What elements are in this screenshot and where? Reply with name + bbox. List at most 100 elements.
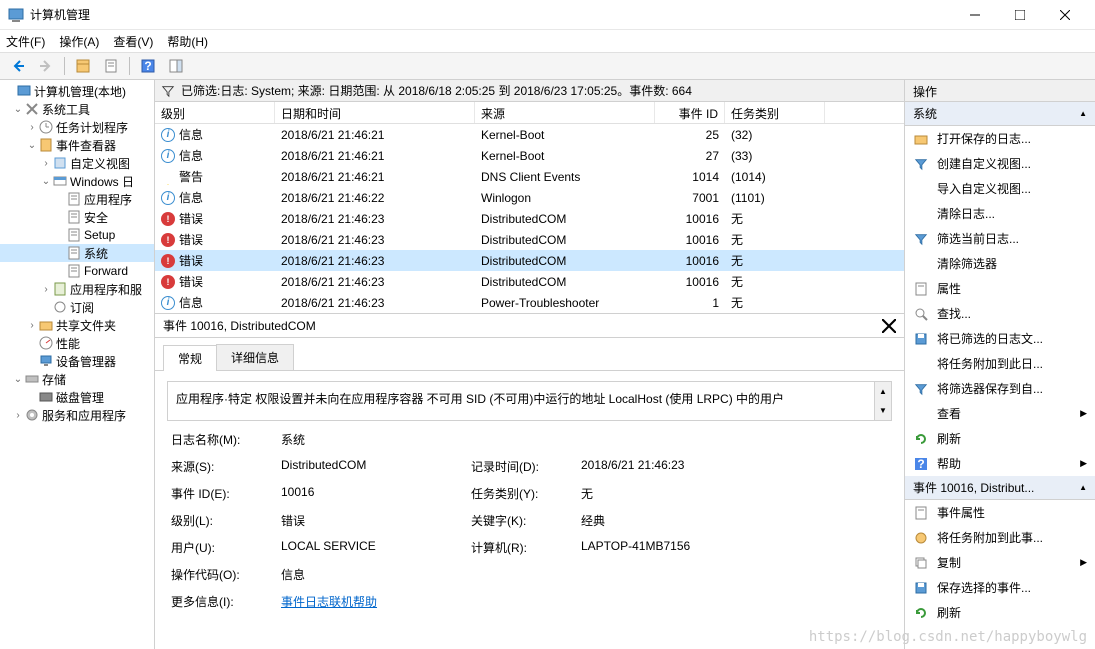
tree-item[interactable]: ⌄Windows 日	[0, 172, 154, 190]
action-item[interactable]: 将已筛选的日志文...	[905, 326, 1095, 351]
menu-file[interactable]: 文件(F)	[6, 33, 45, 50]
action-item[interactable]: 将任务附加到此事...	[905, 525, 1095, 550]
cell-source: DistributedCOM	[475, 212, 655, 226]
menu-action[interactable]: 操作(A)	[59, 33, 99, 50]
action-pane-button[interactable]	[164, 55, 188, 77]
actions-title: 操作	[905, 80, 1095, 102]
tab-general[interactable]: 常规	[163, 345, 217, 371]
properties-button[interactable]	[99, 55, 123, 77]
expander-icon[interactable]: ›	[40, 158, 52, 169]
expander-icon[interactable]: ⌄	[26, 140, 38, 151]
svg-text:?: ?	[917, 457, 924, 471]
expander-icon[interactable]: ›	[26, 122, 38, 133]
actions-section-event[interactable]: 事件 10016, Distribut...▲	[905, 476, 1095, 500]
moreinfo-link[interactable]: 事件日志联机帮助	[281, 595, 377, 609]
actions-section-system[interactable]: 系统▲	[905, 102, 1095, 126]
cell-id: 7001	[655, 191, 725, 205]
blank-icon	[913, 256, 929, 272]
back-button[interactable]	[6, 55, 30, 77]
table-row[interactable]: !错误2018/6/21 21:46:23DistributedCOM10016…	[155, 229, 904, 250]
table-row[interactable]: i信息2018/6/21 21:46:21Kernel-Boot25(32)	[155, 124, 904, 145]
maximize-button[interactable]	[997, 1, 1042, 29]
value-user: LOCAL SERVICE	[281, 539, 461, 556]
close-button[interactable]	[1042, 1, 1087, 29]
expander-icon[interactable]: ›	[40, 284, 52, 295]
navigation-tree[interactable]: 计算机管理(本地)⌄系统工具›任务计划程序⌄事件查看器›自定义视图⌄Window…	[0, 80, 155, 649]
expander-icon[interactable]: ›	[12, 410, 24, 421]
menu-help[interactable]: 帮助(H)	[167, 33, 208, 50]
show-hide-tree-button[interactable]	[71, 55, 95, 77]
action-item[interactable]: 将任务附加到此日...	[905, 351, 1095, 376]
action-item[interactable]: 事件属性	[905, 500, 1095, 525]
expander-icon[interactable]: ⌄	[12, 104, 24, 115]
expander-icon[interactable]: ›	[26, 320, 38, 331]
action-label: 保存选择的事件...	[937, 579, 1031, 596]
table-row[interactable]: !错误2018/6/21 21:46:23DistributedCOM10016…	[155, 208, 904, 229]
table-row[interactable]: i信息2018/6/21 21:46:22Winlogon7001(1101)	[155, 187, 904, 208]
close-detail-icon[interactable]	[882, 319, 896, 333]
action-item[interactable]: 创建自定义视图...	[905, 151, 1095, 176]
action-item[interactable]: 查找...	[905, 301, 1095, 326]
action-label: 清除日志...	[937, 205, 995, 222]
cell-category: 无	[725, 210, 825, 227]
menu-view[interactable]: 查看(V)	[113, 33, 153, 50]
tree-item[interactable]: 系统	[0, 244, 154, 262]
column-category[interactable]: 任务类别	[725, 102, 825, 123]
action-item[interactable]: 查看▶	[905, 401, 1095, 426]
tree-item[interactable]: ›共享文件夹	[0, 316, 154, 334]
action-item[interactable]: 将筛选器保存到自...	[905, 376, 1095, 401]
tree-item[interactable]: ⌄存储	[0, 370, 154, 388]
action-item[interactable]: 保存选择的事件...	[905, 575, 1095, 600]
expander-icon[interactable]: ⌄	[12, 374, 24, 385]
action-item[interactable]: 导入自定义视图...	[905, 176, 1095, 201]
find-icon	[913, 306, 929, 322]
tree-item[interactable]: ›应用程序和服	[0, 280, 154, 298]
value-computer: LAPTOP-41MB7156	[581, 539, 888, 556]
value-keywords: 经典	[581, 512, 888, 529]
action-item[interactable]: 刷新	[905, 600, 1095, 625]
tree-item[interactable]: ›自定义视图	[0, 154, 154, 172]
minimize-button[interactable]	[952, 1, 997, 29]
table-row[interactable]: !错误2018/6/21 21:46:23DistributedCOM10016…	[155, 250, 904, 271]
action-item[interactable]: 复制▶	[905, 550, 1095, 575]
log-icon	[66, 245, 82, 261]
tree-item[interactable]: 设备管理器	[0, 352, 154, 370]
action-item[interactable]: 清除筛选器	[905, 251, 1095, 276]
action-item[interactable]: ?帮助▶	[905, 451, 1095, 476]
tree-item[interactable]: ⌄事件查看器	[0, 136, 154, 154]
action-item[interactable]: 刷新	[905, 426, 1095, 451]
tree-item[interactable]: 计算机管理(本地)	[0, 82, 154, 100]
action-item[interactable]: 打开保存的日志...	[905, 126, 1095, 151]
tree-item[interactable]: 订阅	[0, 298, 154, 316]
tree-item[interactable]: Forward	[0, 262, 154, 280]
tree-item[interactable]: ›服务和应用程序	[0, 406, 154, 424]
help-button[interactable]: ?	[136, 55, 160, 77]
tree-item[interactable]: Setup	[0, 226, 154, 244]
action-item[interactable]: 清除日志...	[905, 201, 1095, 226]
tree-item[interactable]: 应用程序	[0, 190, 154, 208]
table-row[interactable]: i信息2018/6/21 21:46:23Power-Troubleshoote…	[155, 292, 904, 313]
tree-item[interactable]: 磁盘管理	[0, 388, 154, 406]
tree-item[interactable]: 安全	[0, 208, 154, 226]
column-source[interactable]: 来源	[475, 102, 655, 123]
column-event-id[interactable]: 事件 ID	[655, 102, 725, 123]
column-level[interactable]: 级别	[155, 102, 275, 123]
expander-icon[interactable]: ⌄	[40, 176, 52, 187]
desc-scrollbar[interactable]: ▲▼	[874, 382, 891, 420]
cell-level: 警告	[179, 168, 203, 185]
column-date[interactable]: 日期和时间	[275, 102, 475, 123]
action-item[interactable]: 筛选当前日志...	[905, 226, 1095, 251]
tree-item[interactable]: ⌄系统工具	[0, 100, 154, 118]
tab-details[interactable]: 详细信息	[216, 344, 294, 370]
share-icon	[38, 317, 54, 333]
grid-body[interactable]: i信息2018/6/21 21:46:21Kernel-Boot25(32)i信…	[155, 124, 904, 313]
forward-button[interactable]	[34, 55, 58, 77]
action-item[interactable]: 属性	[905, 276, 1095, 301]
cell-date: 2018/6/21 21:46:23	[275, 233, 475, 247]
tree-item[interactable]: ›任务计划程序	[0, 118, 154, 136]
table-row[interactable]: !错误2018/6/21 21:46:23DistributedCOM10016…	[155, 271, 904, 292]
table-row[interactable]: i信息2018/6/21 21:46:21Kernel-Boot27(33)	[155, 145, 904, 166]
table-row[interactable]: 警告2018/6/21 21:46:21DNS Client Events101…	[155, 166, 904, 187]
log-icon	[66, 263, 82, 279]
tree-item[interactable]: 性能	[0, 334, 154, 352]
